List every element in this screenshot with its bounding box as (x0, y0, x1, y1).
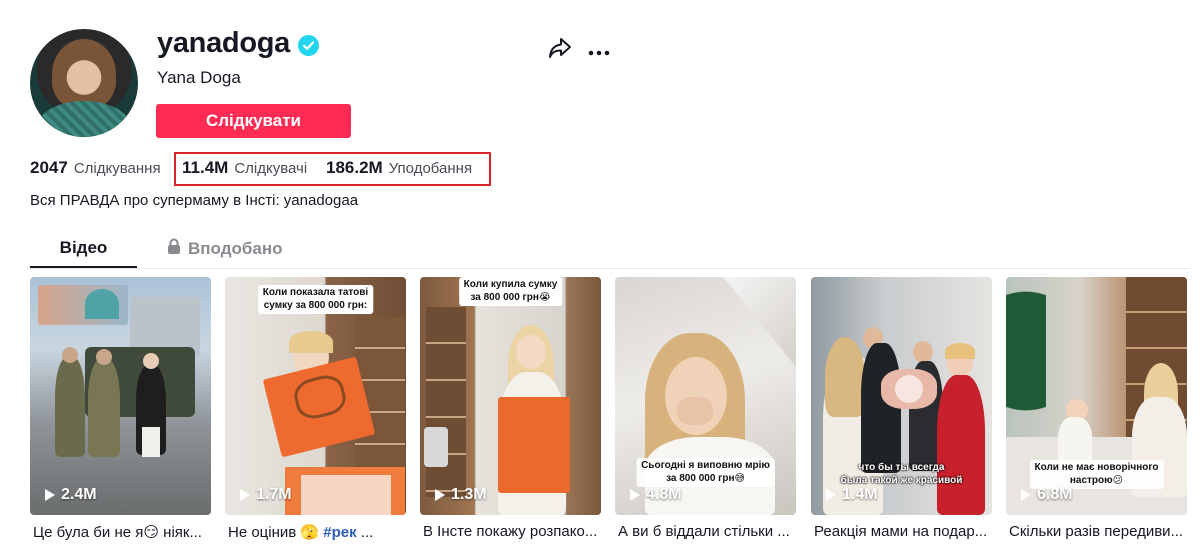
avatar-hair-shape (52, 39, 116, 109)
video-card-1[interactable]: 2.4M (30, 277, 211, 515)
profile-nickname: Yana Doga (157, 68, 241, 87)
video-views-2: 1.7M (240, 486, 292, 504)
stats-highlight-box (174, 152, 491, 186)
video-caption-3[interactable]: В Інсте покажу розпако... (423, 523, 604, 540)
avatar-body-shape (38, 101, 130, 137)
video-caption-2-tail: ... (356, 524, 374, 541)
video-views-5: 1.4M (826, 486, 878, 504)
video-thumbnail-1 (30, 277, 211, 515)
tab-videos[interactable]: Відео (30, 238, 137, 258)
video-overlay-text-2: Коли показала татові сумку за 800 000 гр… (257, 285, 374, 314)
lock-icon (167, 238, 181, 259)
video-card-6[interactable]: Коли не має новорічного настрою😕 6.8M (1006, 277, 1187, 515)
video-views-4: 4.8M (630, 486, 682, 504)
video-card-3[interactable]: Коли купила сумку за 800 000 грн😭 1.3M (420, 277, 601, 515)
verified-badge-icon (298, 35, 319, 56)
video-caption-1[interactable]: Це була би не я😏 ніяк... (33, 523, 214, 541)
video-caption-6[interactable]: Скільки разів передиви... (1009, 523, 1190, 540)
play-icon (1021, 489, 1031, 501)
play-icon (435, 489, 445, 501)
following-label: Слідкування (73, 160, 161, 177)
video-overlay-text-6: Коли не має новорічного настрою😕 (1029, 460, 1164, 489)
video-caption-2[interactable]: Не оцінив 🫣 #рек ... (228, 523, 409, 541)
video-views-1: 2.4M (45, 486, 97, 504)
video-overlay-text-5: что бы ты всегда была такой же красивой (840, 462, 963, 486)
video-card-4[interactable]: Сьогодні я виповню мрію за 800 000 грн😅 … (615, 277, 796, 515)
video-overlay-text-4: Сьогодні я виповню мрію за 800 000 грн😅 (636, 458, 775, 487)
video-caption-2-hashtag[interactable]: #рек (323, 524, 356, 541)
video-caption-4[interactable]: А ви б віддали стільки ... (618, 523, 799, 540)
video-caption-2-text: Не оцінив 🫣 (228, 524, 324, 541)
play-icon (45, 489, 55, 501)
profile-bio: Вся ПРАВДА про супермаму в Інсті: yanado… (30, 192, 359, 209)
video-overlay-text-3: Коли купила сумку за 800 000 грн😭 (458, 277, 563, 306)
video-card-2[interactable]: Коли показала татові сумку за 800 000 гр… (225, 277, 406, 515)
video-views-3: 1.3M (435, 486, 487, 504)
share-icon[interactable] (548, 37, 572, 59)
play-icon (240, 489, 250, 501)
profile-avatar[interactable] (30, 29, 138, 137)
video-thumbnail-3 (420, 277, 601, 515)
profile-username: yanadoga (157, 27, 290, 59)
video-views-6: 6.8M (1021, 486, 1073, 504)
tab-divider (30, 268, 1190, 269)
more-icon[interactable] (588, 44, 610, 56)
video-card-5[interactable]: что бы ты всегда была такой же красивой … (811, 277, 992, 515)
tab-liked[interactable]: Вподобано (167, 238, 283, 259)
following-count: 2047 (30, 158, 68, 177)
tab-liked-label: Вподобано (188, 238, 283, 258)
video-caption-5[interactable]: Реакція мами на подар... (814, 523, 995, 540)
following-stat[interactable]: 2047 Слідкування (30, 158, 161, 178)
play-icon (826, 489, 836, 501)
follow-button[interactable]: Слідкувати (156, 104, 351, 138)
play-icon (630, 489, 640, 501)
